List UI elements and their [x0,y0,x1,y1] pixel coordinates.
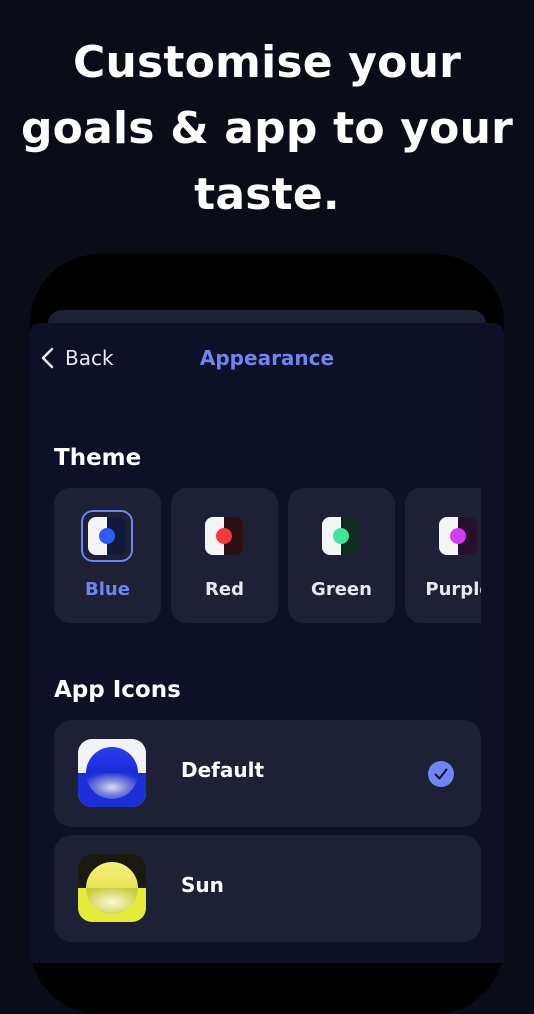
theme-option-label: Blue [85,579,130,600]
headline-line-1: Customise your [72,37,462,88]
theme-option-red[interactable]: Red [171,488,278,623]
theme-swatch-selected-frame [81,510,133,562]
theme-swatch-frame [198,510,250,562]
app-icon-option-default[interactable]: Default [54,720,481,827]
theme-option-label: Red [205,579,244,600]
headline-line-2: goals & app to your [20,103,513,154]
app-icons-section-title: App Icons [54,677,181,703]
theme-option-purple[interactable]: Purple [405,488,481,623]
theme-option-label: Green [311,579,372,600]
blue-theme-icon [88,517,126,555]
blue-sphere-app-icon [78,739,146,807]
app-icon-option-label: Default [181,758,265,782]
theme-option-blue[interactable]: Blue [54,488,161,623]
theme-options: Blue Red Green Purpl [54,488,481,623]
appearance-sheet: Back Appearance Theme Blue Red Green Pur… [30,323,504,963]
theme-swatch-frame [432,510,481,562]
headline: Customise your goals & app to your taste… [0,30,534,228]
yellow-sphere-app-icon [78,854,146,922]
purple-theme-icon [439,517,477,555]
theme-section-title: Theme [54,445,142,471]
checkmark-icon [428,761,454,787]
headline-line-3: taste. [194,169,340,220]
theme-option-label: Purple [425,579,481,600]
red-theme-icon [205,517,243,555]
page-title: Appearance [199,346,335,370]
theme-swatch-frame [315,510,367,562]
theme-option-green[interactable]: Green [288,488,395,623]
app-icon-option-label: Sun [181,873,224,897]
app-icon-option-sun[interactable]: Sun [54,835,481,942]
green-theme-icon [322,517,360,555]
